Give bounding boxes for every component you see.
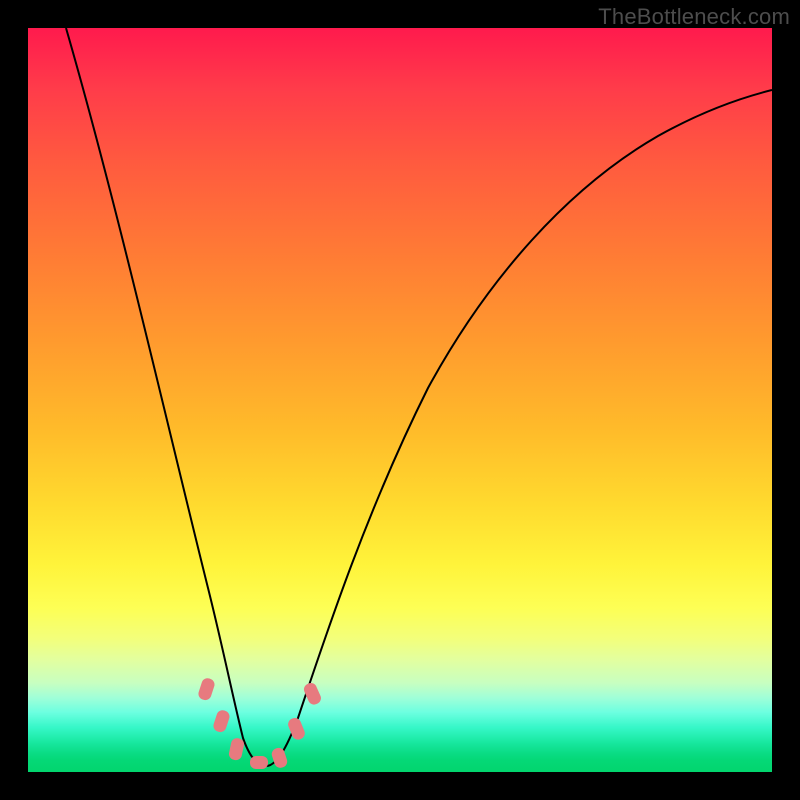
- watermark-text: TheBottleneck.com: [598, 4, 790, 30]
- marker-dot: [270, 746, 289, 769]
- curve-svg: [28, 28, 772, 772]
- bottleneck-curve: [66, 28, 772, 766]
- chart-frame: TheBottleneck.com: [0, 0, 800, 800]
- marker-dot: [212, 709, 231, 734]
- marker-group: [197, 677, 323, 770]
- marker-dot: [228, 737, 245, 761]
- marker-dot: [250, 756, 268, 769]
- plot-area: [28, 28, 772, 772]
- curve-group: [66, 28, 772, 766]
- marker-dot: [197, 677, 216, 702]
